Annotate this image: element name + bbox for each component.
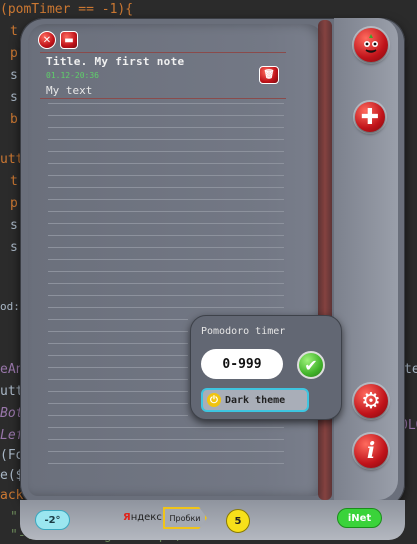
traffic-level-badge: 5 bbox=[226, 509, 250, 533]
code-line: te bbox=[404, 362, 417, 377]
code-line: s bbox=[10, 90, 18, 105]
traffic-label[interactable]: Пробки bbox=[163, 507, 207, 529]
code-line: t bbox=[10, 24, 18, 39]
temperature-badge[interactable]: -2° bbox=[35, 510, 70, 530]
power-icon: ⏻ bbox=[207, 393, 221, 407]
pomodoro-title: Pomodoro timer bbox=[201, 326, 286, 337]
trash-icon[interactable]: 🗑 bbox=[259, 66, 279, 84]
dark-theme-button[interactable]: ⏻ Dark theme bbox=[201, 388, 309, 412]
code-line: s bbox=[10, 218, 18, 233]
code-line: p bbox=[10, 196, 18, 211]
inet-badge[interactable]: iNet bbox=[337, 508, 382, 528]
close-icon[interactable]: ✕ bbox=[38, 31, 56, 49]
note-title: Title. My first note bbox=[46, 55, 185, 68]
add-icon[interactable]: ✚ bbox=[355, 102, 385, 132]
code-line: t bbox=[10, 174, 18, 189]
code-line: s bbox=[10, 240, 18, 255]
notebook-binding bbox=[318, 20, 332, 500]
gears-icon[interactable]: ⚙ bbox=[354, 384, 388, 418]
check-icon[interactable]: ✔ bbox=[297, 351, 325, 379]
code-line: p bbox=[10, 46, 18, 61]
note-date: 01.12-20:36 bbox=[46, 71, 99, 80]
sidebar bbox=[334, 18, 398, 500]
tomato-icon[interactable] bbox=[354, 28, 388, 62]
pomodoro-panel: Pomodoro timer ✔ ⏻ Dark theme bbox=[190, 315, 342, 420]
code-line: " bbox=[10, 510, 18, 525]
code-line: (pomTimer == -1){ bbox=[0, 2, 134, 17]
dark-theme-label: Dark theme bbox=[225, 394, 286, 406]
code-line: b bbox=[10, 112, 18, 127]
yandex-logo[interactable]: Яндекс bbox=[123, 512, 162, 523]
tomato-face-icon bbox=[364, 34, 378, 53]
code-line: s bbox=[10, 68, 18, 83]
code-line: od: bbox=[0, 300, 20, 313]
info-icon[interactable]: i bbox=[354, 434, 388, 468]
note-text: My text bbox=[46, 84, 93, 97]
minimize-icon[interactable]: ▬ bbox=[60, 31, 78, 49]
pomodoro-input[interactable] bbox=[201, 349, 283, 379]
